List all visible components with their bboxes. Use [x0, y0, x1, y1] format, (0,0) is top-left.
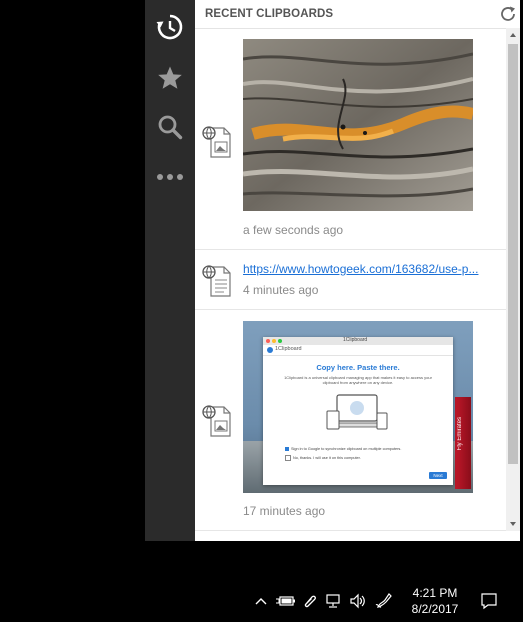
web-file-icon: [202, 126, 231, 158]
preview-body: 1Clipboard is a universal clipboard mana…: [284, 375, 432, 385]
clip-item[interactable]: https://www.howtogeek.com/163682/use-p..…: [195, 250, 506, 310]
web-file-icon: [202, 265, 231, 297]
preview-window-title: 1Clipboard: [343, 337, 368, 343]
action-center-icon: [481, 593, 497, 610]
clip-image-app-screenshot[interactable]: Fly Emirates 1Clipboard 1Clipboard Copy …: [243, 321, 473, 493]
scroll-up-button[interactable]: [506, 28, 520, 42]
vertical-scrollbar[interactable]: [506, 28, 520, 531]
clip-image-wood[interactable]: [243, 39, 473, 211]
clip-item[interactable]: Fly Emirates 1Clipboard 1Clipboard Copy …: [195, 310, 506, 531]
chevron-up-icon: [255, 598, 267, 605]
network-button[interactable]: [324, 591, 344, 611]
star-icon: [158, 66, 182, 89]
favorites-button[interactable]: [145, 56, 195, 100]
show-hidden-icons-button[interactable]: [252, 591, 270, 611]
more-icon: [157, 174, 183, 180]
wood-texture-image: [243, 39, 473, 211]
pen-workspace-button[interactable]: [374, 591, 394, 611]
caret-up-icon: [510, 33, 516, 37]
action-center-button[interactable]: [478, 591, 500, 611]
volume-icon: [350, 593, 365, 609]
network-icon: [326, 594, 340, 608]
preview-option-1-text: Sign in to Google to synchronize clipboa…: [291, 447, 402, 451]
scroll-down-button[interactable]: [506, 517, 520, 531]
preview-heading: Copy here. Paste there.: [316, 363, 400, 372]
taskbar-clock[interactable]: 4:21 PM 8/2/2017: [404, 585, 466, 617]
preview-option-2: No, thanks. I will use it on this comput…: [285, 455, 361, 461]
preview-next-button: Next: [429, 472, 447, 479]
preview-option-2-text: No, thanks. I will use it on this comput…: [293, 456, 361, 460]
more-button[interactable]: [145, 155, 195, 199]
history-button[interactable]: [145, 5, 195, 49]
clipboard-tray-button[interactable]: [300, 591, 320, 611]
pen-icon: [375, 593, 392, 608]
scroll-thumb[interactable]: [508, 44, 518, 464]
panel-title: RECENT CLIPBOARDS: [205, 8, 334, 20]
search-icon: [158, 115, 183, 140]
clock-date: 8/2/2017: [411, 602, 459, 616]
history-icon: [156, 14, 183, 40]
preview-brand: 1Clipboard: [275, 346, 302, 352]
clock-time: 4:21 PM: [412, 586, 458, 600]
web-file-icon: [202, 405, 231, 437]
battery-button[interactable]: [275, 591, 297, 611]
devices-illustration: [326, 394, 388, 430]
clip-icon: [304, 595, 316, 608]
battery-icon: [276, 596, 295, 606]
preview-option-1: Sign in to Google to synchronize clipboa…: [285, 447, 401, 451]
volume-button[interactable]: [348, 591, 368, 611]
clip-item[interactable]: a few seconds ago: [195, 29, 506, 250]
refresh-icon: [501, 6, 515, 21]
app-window-preview: 1Clipboard 1Clipboard Copy here. Paste t…: [263, 337, 453, 485]
clip-timestamp: 4 minutes ago: [243, 283, 319, 297]
clipboard-panel: RECENT CLIPBOARDS a few seconds ago http…: [195, 0, 520, 541]
panel-header: RECENT CLIPBOARDS: [195, 0, 520, 29]
clip-link[interactable]: https://www.howtogeek.com/163682/use-p..…: [243, 262, 483, 276]
sail-text: Fly Emirates: [457, 417, 463, 451]
sail-graphic: Fly Emirates: [455, 397, 471, 489]
clip-timestamp: 17 minutes ago: [243, 504, 326, 518]
caret-down-icon: [510, 522, 516, 526]
side-rail: [145, 0, 195, 541]
refresh-button[interactable]: [499, 5, 517, 23]
search-button[interactable]: [145, 105, 195, 149]
clip-timestamp: a few seconds ago: [243, 223, 344, 237]
